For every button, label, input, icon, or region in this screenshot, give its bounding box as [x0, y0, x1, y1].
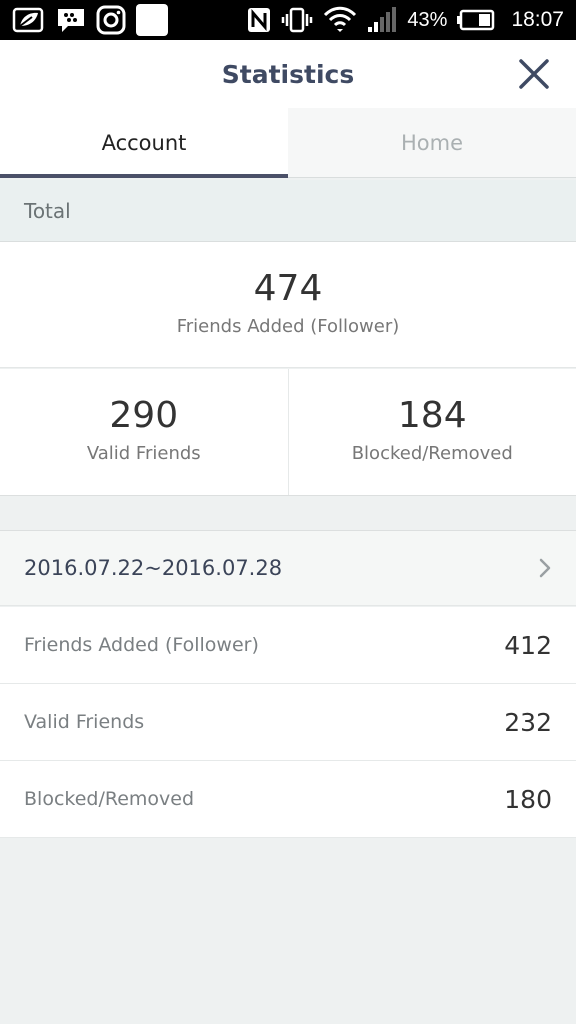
total-friends-added-value: 474	[253, 268, 323, 309]
total-friends-added-card: 474 Friends Added (Follower)	[0, 242, 576, 368]
total-blocked-removed-card: 184 Blocked/Removed	[287, 369, 576, 495]
battery-percent: 43%	[407, 8, 448, 31]
page-title: Statistics	[221, 59, 355, 89]
range-row-blocked-removed: Blocked/Removed 180	[0, 761, 576, 838]
signal-icon	[367, 7, 397, 33]
tab-home[interactable]: Home	[288, 108, 576, 177]
date-range-selector[interactable]: 2016.07.22~2016.07.28	[0, 530, 576, 606]
range-valid-friends-value: 232	[504, 707, 552, 737]
range-friends-added-label: Friends Added (Follower)	[24, 634, 259, 656]
range-row-friends-added: Friends Added (Follower) 412	[0, 607, 576, 684]
range-blocked-removed-value: 180	[504, 784, 552, 814]
total-blocked-removed-value: 184	[397, 395, 467, 436]
total-friends-added-label: Friends Added (Follower)	[176, 316, 400, 337]
chevron-right-icon	[539, 558, 551, 578]
header-bar: Statistics	[0, 40, 576, 108]
tab-account[interactable]: Account	[0, 108, 288, 178]
total-valid-friends-value: 290	[109, 395, 179, 436]
close-button[interactable]	[518, 58, 550, 90]
leaf-notification-icon	[12, 6, 46, 34]
status-time: 18:07	[511, 8, 564, 31]
total-valid-friends-card: 290 Valid Friends	[0, 369, 288, 495]
tab-bar: Account Home	[0, 108, 576, 178]
range-friends-added-value: 412	[504, 630, 552, 660]
status-bar: 43% 18:07	[0, 0, 576, 40]
total-blocked-removed-label: Blocked/Removed	[351, 443, 513, 464]
nfc-icon	[247, 7, 271, 33]
chat-bubble-icon	[56, 6, 86, 34]
blank-app-icon	[136, 4, 168, 36]
range-row-valid-friends: Valid Friends 232	[0, 684, 576, 761]
vibrate-icon	[281, 6, 313, 34]
battery-icon	[457, 9, 495, 31]
total-section-header: Total	[0, 180, 576, 242]
status-bar-left	[12, 4, 168, 36]
instagram-icon	[96, 5, 126, 35]
close-icon	[519, 59, 549, 89]
range-valid-friends-label: Valid Friends	[24, 711, 145, 733]
status-bar-right: 43% 18:07	[247, 5, 564, 35]
date-range-text: 2016.07.22~2016.07.28	[24, 556, 283, 580]
total-valid-friends-label: Valid Friends	[86, 443, 201, 464]
wifi-icon	[323, 5, 357, 35]
total-breakdown-row: 290 Valid Friends 184 Blocked/Removed	[0, 369, 576, 496]
range-blocked-removed-label: Blocked/Removed	[24, 788, 195, 810]
